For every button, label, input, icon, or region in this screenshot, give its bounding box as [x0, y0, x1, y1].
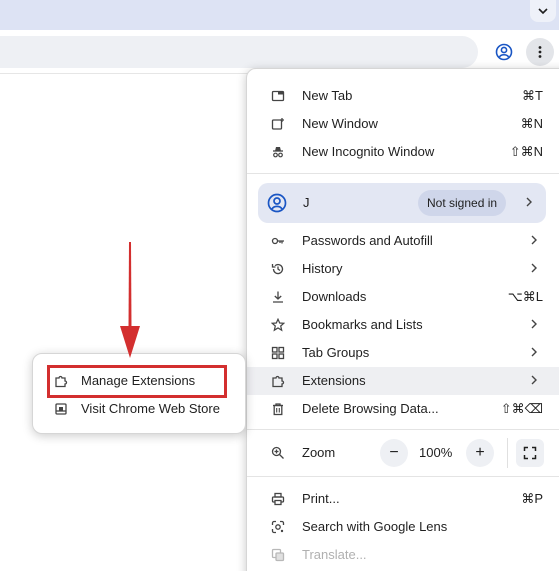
more-vert-icon	[538, 46, 542, 58]
profile-name: J	[303, 195, 310, 210]
tab-groups-icon	[271, 346, 285, 360]
tab-search-button[interactable]	[530, 0, 556, 22]
chevron-right-icon	[529, 346, 539, 358]
address-bar[interactable]	[0, 36, 478, 68]
profile-row[interactable]: J Not signed in	[258, 183, 546, 223]
menu-item-translate[interactable]: Translate...	[247, 541, 559, 569]
menu-separator	[247, 476, 559, 477]
chevron-right-icon	[529, 234, 539, 246]
menu-item-new-tab[interactable]: New Tab ⌘T	[247, 82, 559, 110]
new-tab-icon	[271, 89, 285, 103]
incognito-icon	[271, 145, 285, 159]
zoom-icon	[271, 446, 285, 460]
chevron-right-icon	[529, 262, 539, 274]
menu-separator	[247, 173, 559, 174]
new-window-icon	[271, 117, 285, 131]
menu-item-history[interactable]: History	[247, 255, 559, 283]
menu-item-tab-groups[interactable]: Tab Groups	[247, 339, 559, 367]
menu-item-google-lens[interactable]: Search with Google Lens	[247, 513, 559, 541]
menu-item-bookmarks-lists[interactable]: Bookmarks and Lists	[247, 311, 559, 339]
menu-separator	[247, 429, 559, 430]
web-store-icon	[54, 402, 68, 416]
history-icon	[271, 262, 285, 276]
menu-item-delete-browsing-data[interactable]: Delete Browsing Data... ⇧⌘⌫	[247, 395, 559, 423]
download-icon	[271, 290, 285, 304]
profile-icon	[267, 193, 287, 213]
translate-icon	[271, 548, 285, 562]
chevron-down-icon	[538, 8, 548, 15]
menu-item-new-window[interactable]: New Window ⌘N	[247, 110, 559, 138]
menu-item-downloads[interactable]: Downloads ⌥⌘L	[247, 283, 559, 311]
key-icon	[271, 234, 285, 248]
zoom-divider	[507, 438, 508, 468]
chrome-menu-button[interactable]	[526, 38, 554, 66]
menu-item-print[interactable]: Print... ⌘P	[247, 485, 559, 513]
zoom-in-button[interactable]: +	[466, 439, 494, 467]
chrome-menu: New Tab ⌘T New Window ⌘N New Incognito W…	[246, 68, 559, 571]
chevron-right-icon	[529, 374, 539, 386]
menu-item-extensions[interactable]: Extensions	[247, 367, 559, 395]
extension-icon	[271, 374, 285, 388]
profile-icon	[495, 43, 513, 61]
chevron-right-icon	[524, 196, 534, 208]
menu-item-passwords-autofill[interactable]: Passwords and Autofill	[247, 227, 559, 255]
chevron-right-icon	[529, 318, 539, 330]
print-icon	[271, 492, 285, 506]
trash-icon	[271, 402, 285, 416]
submenu-item-chrome-web-store[interactable]: Visit Chrome Web Store	[33, 395, 247, 423]
lens-icon	[271, 520, 285, 534]
zoom-level: 100%	[419, 445, 453, 460]
annotation-arrow-icon	[120, 242, 140, 358]
profile-button[interactable]	[490, 38, 518, 66]
tab-strip	[0, 0, 559, 30]
fullscreen-button[interactable]	[516, 439, 544, 467]
star-icon	[271, 318, 285, 332]
fullscreen-icon	[523, 446, 537, 460]
sign-in-status-badge: Not signed in	[418, 190, 507, 216]
menu-item-new-incognito-window[interactable]: New Incognito Window ⇧⌘N	[247, 138, 559, 166]
zoom-out-button[interactable]: −	[380, 439, 408, 467]
annotation-highlight-box	[47, 365, 227, 398]
extensions-submenu: Manage Extensions Visit Chrome Web Store	[32, 353, 246, 434]
